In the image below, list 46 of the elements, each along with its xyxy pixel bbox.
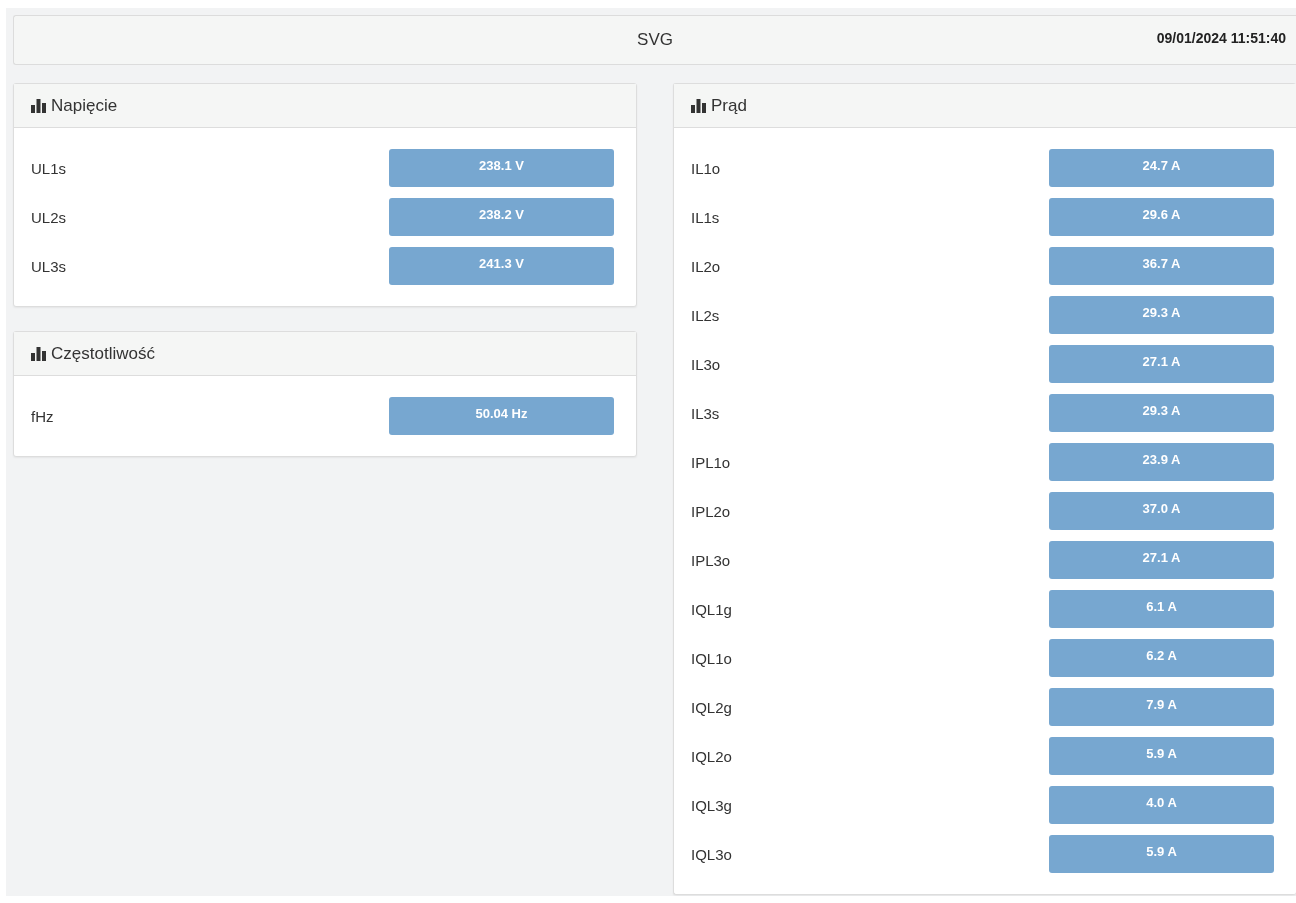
measurement-label: IQL1o [691,649,732,667]
measurement-label: IQL3o [691,845,732,863]
measurement-label: IQL2o [691,747,732,765]
bar-chart-icon [31,98,47,113]
value-badge: 6.2 A [1049,639,1274,677]
value-badge: 27.1 A [1049,541,1274,579]
value-badge: 37.0 A [1049,492,1274,530]
measurement-label: IL3s [691,404,720,422]
panel-title: Prąd [711,95,747,116]
value-badge: 5.9 A [1049,835,1274,873]
value-badge: 29.6 A [1049,198,1274,236]
value-badge: 50.04 Hz [389,397,614,435]
bar-chart-icon [31,346,47,361]
page-title: SVG [637,30,673,50]
value-badge: 5.9 A [1049,737,1274,775]
measurement-label: IPL3o [691,551,731,569]
value-badge: 29.3 A [1049,394,1274,432]
value-badge: 36.7 A [1049,247,1274,285]
value-badge: 24.7 A [1049,149,1274,187]
measurement-label: IQL3g [691,796,732,814]
bar-chart-icon [691,98,707,113]
measurement-label: fHz [31,407,54,425]
measurement-label: UL3s [31,257,67,275]
measurement-label: IQL1g [691,600,732,618]
measurement-label: IL2s [691,306,720,324]
measurement-label: UL2s [31,208,67,226]
panel-title: Częstotliwość [51,343,155,364]
measurement-label: IL2o [691,257,721,275]
measurement-label: IPL2o [691,502,731,520]
value-badge: 7.9 A [1049,688,1274,726]
value-badge: 29.3 A [1049,296,1274,334]
value-badge: 238.2 V [389,198,614,236]
date-time: 09/01/2024 11:51:40 [1156,30,1286,46]
measurement-label: IL1o [691,159,721,177]
measurement-label: IL3o [691,355,721,373]
value-badge: 6.1 A [1049,590,1274,628]
value-badge: 23.9 A [1049,443,1274,481]
measurement-label: IPL1o [691,453,731,471]
value-badge: 4.0 A [1049,786,1274,824]
value-badge: 238.1 V [389,149,614,187]
panel-title: Napięcie [51,95,118,116]
value-badge: 27.1 A [1049,345,1274,383]
measurement-label: IL1s [691,208,720,226]
measurement-label: UL1s [31,159,67,177]
value-badge: 241.3 V [389,247,614,285]
measurement-label: IQL2g [691,698,732,716]
